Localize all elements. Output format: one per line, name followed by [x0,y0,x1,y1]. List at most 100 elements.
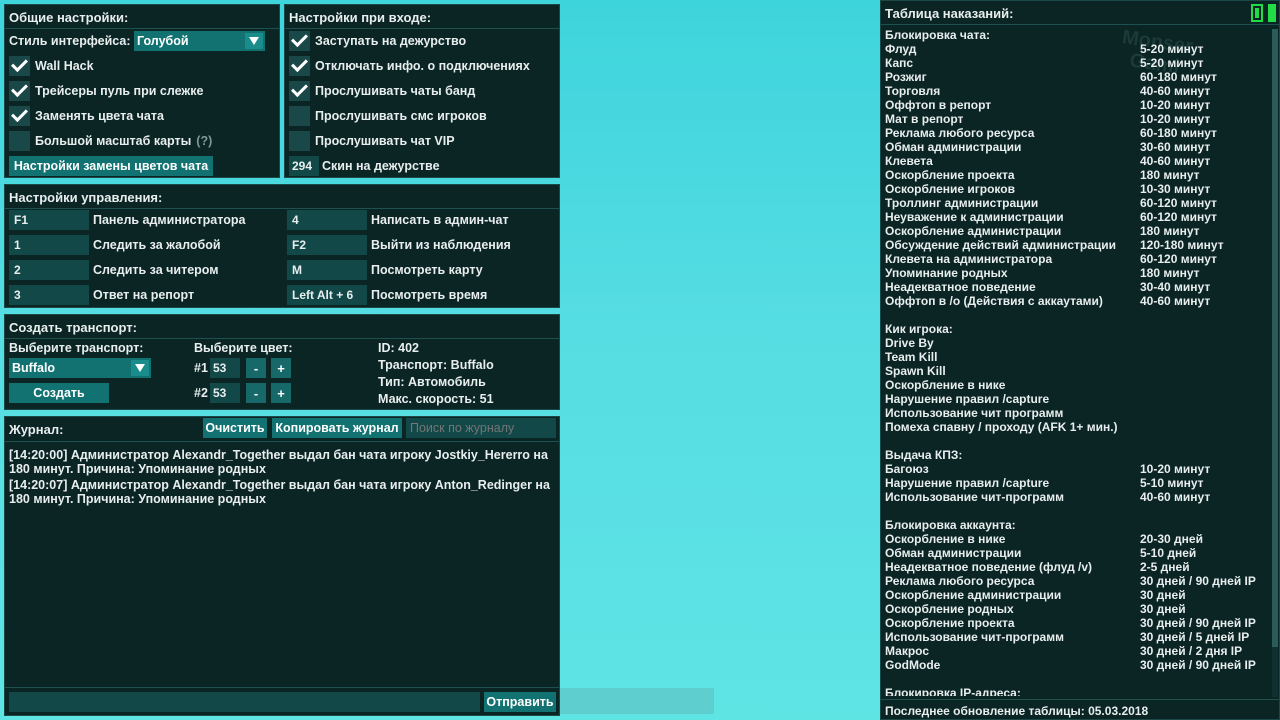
journal-search-input[interactable] [406,418,556,438]
chat-color-settings-button[interactable]: Настройки замены цветов чата [9,156,213,176]
section-heading: Кик игрока: [885,322,953,336]
punishment-term: 30 дней [1140,588,1186,602]
punishment-term: 180 минут [1140,224,1200,238]
journal-title: Журнал: [9,422,64,437]
punishment-term: 40-60 минут [1140,84,1211,98]
color1-input[interactable]: 53 [210,358,240,378]
color1-increment-button[interactable]: + [271,358,291,378]
punishment-term: 60-180 минут [1140,70,1217,84]
hotkey-input[interactable]: 1 [9,235,89,255]
gang-chats-checkbox[interactable] [289,81,310,101]
sms-checkbox[interactable] [289,106,310,126]
wallhack-checkbox[interactable] [9,56,30,76]
hotkey-label: Посмотреть время [371,288,488,302]
help-hint[interactable]: (?) [196,134,212,148]
punishment-row: Использование чит программ [885,406,1269,420]
punishment-term: 40-60 минут [1140,294,1211,308]
option-gang-chats[interactable]: Прослушивать чаты банд [289,81,475,101]
duty-skin-input[interactable]: 294 [289,156,319,176]
punishment-term: 30-60 минут [1140,140,1211,154]
violation-name: Неадекватное поведение [885,280,1036,294]
copy-journal-button[interactable]: Копировать журнал [272,418,402,438]
tracers-checkbox[interactable] [9,81,30,101]
hotkey-input[interactable]: F2 [287,235,367,255]
option-label: Большой масштаб карты [35,134,192,148]
option-connect-info[interactable]: Отключать инфо. о подключениях [289,56,530,76]
violation-name: Использование чит программ [885,406,1064,420]
indicator-icon [1251,4,1263,22]
hotkey-label: Написать в админ-чат [371,213,509,227]
hotkey-input[interactable]: 4 [287,210,367,230]
punishment-row: Использование чит-программ 30 дней / 5 дн… [885,630,1269,644]
punishment-row: Drive By [885,336,1269,350]
violation-name: Обман администрации [885,140,1022,154]
option-duty[interactable]: Заступать на дежурство [289,31,466,51]
choose-color-label: Выберите цвет: [194,341,293,355]
punishment-row: Оффтоп в репорт 10-20 минут [885,98,1269,112]
chevron-down-icon[interactable] [245,33,263,49]
option-label: Прослушивать чат VIP [315,134,455,148]
option-sms[interactable]: Прослушивать смс игроков [289,106,487,126]
violation-name: Обсуждение действий администрации [885,238,1117,252]
punishment-term: 20-30 дней [1140,532,1203,546]
option-label: Отключать инфо. о подключениях [315,59,530,73]
send-button[interactable]: Отправить [484,692,556,712]
punishment-row: Помеха спавну / проходу (AFK 1+ мин.) [885,420,1269,434]
punishment-term: 40-60 минут [1140,154,1211,168]
vehicle-info-model: Транспорт: Buffalo [378,358,494,372]
hotkey-input[interactable]: M [287,260,367,280]
option-tracers[interactable]: Трейсеры пуль при слежке [9,81,203,101]
violation-name: Обман администрации [885,546,1022,560]
punishment-term: 5-20 минут [1140,56,1204,70]
punishment-row: Оскорбление проекта 30 дней / 90 дней IP [885,616,1269,630]
hotkey-label: Посмотреть карту [371,263,483,277]
interface-style-select[interactable]: Голубой [134,31,265,51]
scrollbar-thumb[interactable] [1272,29,1278,647]
clear-journal-button[interactable]: Очистить [203,418,267,438]
vehicle-select[interactable]: Buffalo [9,358,151,378]
hotkey-input[interactable]: Left Alt + 6 [287,285,367,305]
color2-decrement-button[interactable]: - [246,383,266,403]
color2-input[interactable]: 53 [210,383,240,403]
punishment-row: Упоминание родных 180 минут [885,266,1269,280]
violation-name: Оффтоп в /o (Действия с аккаутами) [885,294,1103,308]
general-settings-title: Общие настройки: [5,5,279,29]
vehicle-info-speed: Макс. скорость: 51 [378,392,494,406]
option-label: Заступать на дежурство [315,34,467,48]
hotkey-input[interactable]: 3 [9,285,89,305]
violation-name: Реклама любого ресурса [885,126,1035,140]
duty-checkbox[interactable] [289,31,310,51]
hotkey-label: Ответ на репорт [93,288,195,302]
punishment-row: Мат в репорт 10-20 минут [885,112,1269,126]
choose-vehicle-label: Выберите транспорт: [9,341,144,355]
option-chat-colors[interactable]: Заменять цвета чата [9,106,164,126]
punishments-title: Таблица наказаний: [881,1,1279,25]
option-wallhack[interactable]: Wall Hack [9,56,94,76]
journal-command-input[interactable] [9,692,480,712]
hotkey-label: Выйти из наблюдения [371,238,511,252]
game-hotbar-strip [560,688,714,714]
map-scale-checkbox[interactable] [9,131,30,151]
option-label: Прослушивать чаты банд [315,84,476,98]
option-map-scale[interactable]: Большой масштаб карты (?) [9,131,212,151]
chevron-down-icon[interactable] [131,360,149,376]
option-vip-chat[interactable]: Прослушивать чат VIP [289,131,455,151]
vip-chat-checkbox[interactable] [289,131,310,151]
scrollbar-track[interactable] [1272,29,1278,697]
violation-name: Неуважение к администрации [885,210,1064,224]
hotkey-input[interactable]: F1 [9,210,89,230]
option-label: Прослушивать смс игроков [315,109,487,123]
color1-decrement-button[interactable]: - [246,358,266,378]
create-vehicle-button[interactable]: Создать [9,383,109,403]
color2-increment-button[interactable]: + [271,383,291,403]
connect-info-checkbox[interactable] [289,56,310,76]
violation-name: Team Kill [885,350,938,364]
punishment-row: Обман администрации 5-10 дней [885,546,1269,560]
indicator-icon [1268,4,1276,22]
duty-skin-label: Скин на дежурстве [322,159,440,173]
hotkey-input[interactable]: 2 [9,260,89,280]
punishment-row: Обман администрации 30-60 минут [885,140,1269,154]
chat-colors-checkbox[interactable] [9,106,30,126]
